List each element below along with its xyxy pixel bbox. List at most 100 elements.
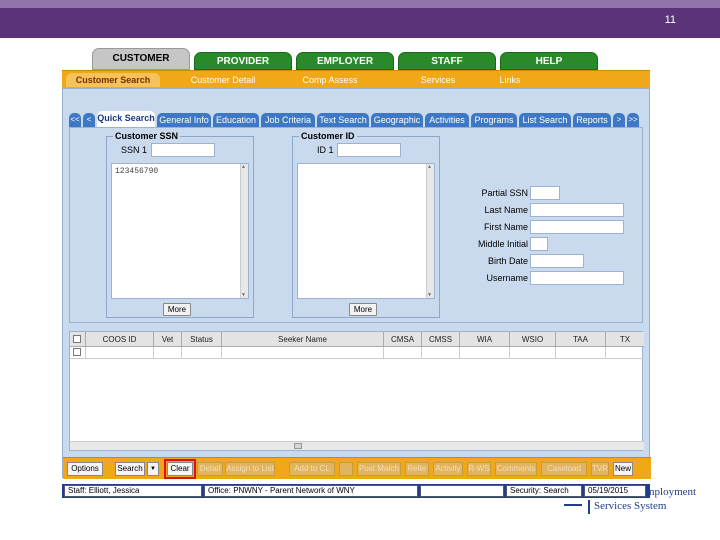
- customer-ssn-title: Customer SSN: [113, 131, 181, 141]
- ess-logo: mployment Services System: [548, 486, 708, 516]
- ssn-list-item[interactable]: 123456790: [115, 167, 158, 176]
- tab-staff[interactable]: STAFF: [398, 52, 496, 70]
- activity-button[interactable]: Activity: [433, 462, 463, 476]
- cell-taa: [556, 347, 606, 359]
- ssn-input[interactable]: [151, 143, 215, 157]
- first-name-label: First Name: [483, 222, 528, 232]
- column-cmss[interactable]: CMSS: [422, 332, 460, 347]
- username-input[interactable]: [530, 271, 624, 285]
- search-dropdown-icon[interactable]: ▼: [147, 462, 159, 476]
- comments-button[interactable]: Comments: [495, 462, 537, 476]
- subnav-services[interactable]: Services: [408, 73, 468, 87]
- last-name-input[interactable]: [530, 203, 624, 217]
- column-coos-id[interactable]: COOS ID: [86, 332, 154, 347]
- customer-ssn-group: Customer SSN SSN 1 123456790 More: [106, 131, 254, 318]
- birth-date-input[interactable]: [530, 254, 584, 268]
- new-button[interactable]: New: [613, 462, 633, 476]
- ssn-more-button[interactable]: More: [163, 303, 191, 316]
- id-list[interactable]: [297, 163, 435, 299]
- first-name-input[interactable]: [530, 220, 624, 234]
- ssn-list-scrollbar[interactable]: [240, 164, 248, 298]
- tab-scroll-last-icon[interactable]: >>: [627, 113, 639, 127]
- sub-navigation: Customer Search Customer Detail Comp Ass…: [62, 70, 650, 88]
- action-bar: Options Search ▼ Clear Detail Assign to …: [63, 457, 651, 479]
- tab-scroll-prev-icon[interactable]: <: [83, 113, 95, 127]
- logo-line-2: Services System: [594, 500, 667, 512]
- tab-reports[interactable]: Reports: [573, 113, 611, 127]
- slide-number: 11: [664, 14, 676, 26]
- status-empty: [420, 485, 504, 497]
- tab-list-search[interactable]: List Search: [519, 113, 571, 127]
- cell-wsio: [510, 347, 556, 359]
- grid-horizontal-scrollbar[interactable]: [70, 441, 644, 450]
- cell-vet: [154, 347, 182, 359]
- r-ws-button[interactable]: R-WS: [467, 462, 491, 476]
- column-tx[interactable]: TX: [606, 332, 644, 347]
- middle-initial-input[interactable]: [530, 237, 548, 251]
- cell-cmsa: [384, 347, 422, 359]
- subnav-customer-detail[interactable]: Customer Detail: [180, 73, 266, 87]
- customer-id-group: Customer ID ID 1 More: [292, 131, 440, 318]
- tab-text-search[interactable]: Text Search: [317, 113, 369, 127]
- logo-line-1: mployment: [646, 486, 697, 498]
- subnav-customer-search[interactable]: Customer Search: [66, 73, 160, 87]
- status-office: Office: PNWNY - Parent Network of WNY: [204, 485, 418, 497]
- tab-geographic[interactable]: Geographic: [371, 113, 423, 127]
- quick-search-form: Customer SSN SSN 1 123456790 More Custom…: [69, 127, 643, 323]
- subnav-comp-assess[interactable]: Comp Assess: [290, 73, 370, 87]
- tab-provider[interactable]: PROVIDER: [194, 52, 292, 70]
- post-match-button[interactable]: Post Match: [357, 462, 401, 476]
- partial-ssn-label: Partial SSN: [481, 188, 528, 198]
- tab-help[interactable]: HELP: [500, 52, 598, 70]
- refer-button[interactable]: Refer: [405, 462, 429, 476]
- grid-header: COOS ID Vet Status Seeker Name CMSA CMSS…: [70, 332, 644, 347]
- row-checkbox[interactable]: [73, 348, 81, 356]
- select-all-checkbox[interactable]: [73, 335, 81, 343]
- ssn-list[interactable]: 123456790: [111, 163, 249, 299]
- tab-activities[interactable]: Activities: [425, 113, 469, 127]
- content-panel: << < Quick Search General Info Education…: [62, 88, 651, 479]
- tab-scroll-first-icon[interactable]: <<: [69, 113, 81, 127]
- column-status[interactable]: Status: [182, 332, 222, 347]
- ssn-label: SSN 1: [121, 145, 148, 155]
- detail-button[interactable]: Detail: [197, 462, 223, 476]
- assign-to-list-button[interactable]: Assign to List: [225, 462, 275, 476]
- column-wia[interactable]: WIA: [460, 332, 510, 347]
- tab-programs[interactable]: Programs: [471, 113, 517, 127]
- scroll-thumb[interactable]: [294, 443, 302, 449]
- tab-education[interactable]: Education: [213, 113, 259, 127]
- table-row[interactable]: [70, 347, 644, 359]
- clear-button[interactable]: Clear: [164, 459, 196, 479]
- results-grid: COOS ID Vet Status Seeker Name CMSA CMSS…: [69, 331, 644, 451]
- options-button[interactable]: Options: [67, 462, 103, 476]
- id-input[interactable]: [337, 143, 401, 157]
- tab-customer[interactable]: CUSTOMER: [92, 48, 190, 70]
- tab-quick-search[interactable]: Quick Search: [97, 111, 155, 127]
- slide-header: 11: [0, 0, 720, 38]
- logo-mark-icon: [564, 500, 590, 514]
- row-select: [70, 347, 86, 359]
- subnav-links[interactable]: Links: [486, 73, 534, 87]
- column-cmsa[interactable]: CMSA: [384, 332, 422, 347]
- tvr-button[interactable]: TVR: [591, 462, 609, 476]
- add-to-cl-button[interactable]: Add to CL: [289, 462, 335, 476]
- middle-initial-label: Middle Initial: [477, 239, 528, 249]
- column-seeker-name[interactable]: Seeker Name: [222, 332, 384, 347]
- tab-general-info[interactable]: General Info: [157, 113, 211, 127]
- id-more-button[interactable]: More: [349, 303, 377, 316]
- tab-job-criteria[interactable]: Job Criteria: [261, 113, 315, 127]
- id-list-scrollbar[interactable]: [426, 164, 434, 298]
- partial-ssn-input[interactable]: [530, 186, 560, 200]
- cell-seeker-name: [222, 347, 384, 359]
- cell-coos-id: [86, 347, 154, 359]
- column-vet[interactable]: Vet: [154, 332, 182, 347]
- column-taa[interactable]: TAA: [556, 332, 606, 347]
- caseload-button[interactable]: Caseload: [541, 462, 587, 476]
- column-wsio[interactable]: WSIO: [510, 332, 556, 347]
- search-button[interactable]: Search: [115, 462, 145, 476]
- status-staff: Staff: Elliott, Jessica: [64, 485, 202, 497]
- blank-action-button[interactable]: [339, 462, 353, 476]
- cell-status: [182, 347, 222, 359]
- tab-scroll-next-icon[interactable]: >: [613, 113, 625, 127]
- tab-employer[interactable]: EMPLOYER: [296, 52, 394, 70]
